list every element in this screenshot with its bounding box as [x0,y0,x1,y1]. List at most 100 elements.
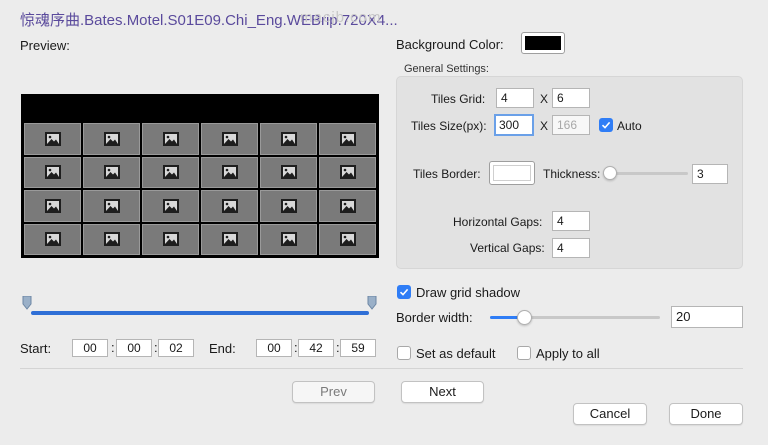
end-label: End: [209,341,236,356]
preview-tile [83,223,140,255]
image-icon [44,131,61,146]
image-icon [280,131,297,146]
end-seconds-field[interactable]: 59 [340,339,376,357]
preview-tile [260,190,317,222]
preview-tile [142,190,199,222]
set-as-default-checkbox[interactable] [397,346,411,360]
auto-checkbox[interactable] [599,118,613,132]
border-width-field[interactable]: 20 [671,306,743,328]
thickness-slider-knob[interactable] [603,166,618,180]
preview-tile [142,156,199,188]
image-icon [339,198,356,213]
image-icon [44,232,61,247]
preview-tile [201,123,258,155]
horizontal-gaps-label: Horizontal Gaps: [453,215,543,229]
image-icon [339,131,356,146]
apply-to-all-checkbox[interactable] [517,346,531,360]
start-label: Start: [20,341,52,356]
image-icon [339,165,356,180]
background-color-well[interactable] [521,32,565,54]
preview-tile [319,190,376,222]
range-end-handle[interactable] [367,296,377,310]
preview-label: Preview: [20,38,70,53]
draw-grid-shadow-label: Draw grid shadow [416,285,521,300]
prev-button[interactable]: Prev [292,381,375,403]
vertical-gaps-field[interactable]: 4 [552,238,590,258]
thickness-field[interactable]: 3 [692,164,728,184]
tiles-size-height-field[interactable]: 166 [552,115,590,135]
image-icon [103,131,120,146]
preview-tile [83,190,140,222]
preview-tile [319,156,376,188]
image-icon [103,165,120,180]
preview-tile [201,223,258,255]
preview-tile [142,123,199,155]
set-as-default-label: Set as default [416,346,496,361]
image-icon [162,165,179,180]
image-icon [280,198,297,213]
preview-tile [83,156,140,188]
tiles-grid-label: Tiles Grid: [431,92,486,106]
preview-tile [201,156,258,188]
image-icon [162,131,179,146]
preview-tile [201,190,258,222]
preview-tile [260,156,317,188]
start-minutes-field[interactable]: 00 [116,339,152,357]
next-button[interactable]: Next [401,381,484,403]
checkmark-icon [601,121,611,129]
background-color-label: Background Color: [396,37,504,52]
preview-panel [21,94,379,258]
image-icon [280,165,297,180]
range-track[interactable] [31,311,369,315]
tile-grid [24,123,376,255]
x-separator: X [540,119,549,133]
tiles-grid-columns-field[interactable]: 4 [496,88,534,108]
image-icon [339,232,356,247]
border-width-slider-knob[interactable] [516,310,532,325]
tiles-border-label: Tiles Border: [413,167,481,181]
image-icon [280,232,297,247]
general-settings-label: General Settings: [404,63,489,75]
auto-label: Auto [617,119,642,133]
horizontal-gaps-field[interactable]: 4 [552,211,590,231]
preview-tile [260,123,317,155]
preview-tile [142,223,199,255]
range-start-handle[interactable] [22,296,32,310]
image-icon [103,232,120,247]
preview-tile [24,190,81,222]
preview-tile [260,223,317,255]
image-icon [44,198,61,213]
preview-tile [24,156,81,188]
image-icon [162,198,179,213]
x-separator: X [540,92,549,106]
tiles-border-color-well[interactable] [489,161,535,185]
preview-tile [319,223,376,255]
image-icon [221,165,238,180]
preview-tile [24,123,81,155]
end-minutes-field[interactable]: 42 [298,339,334,357]
checkmark-icon [399,288,409,296]
draw-grid-shadow-checkbox[interactable] [397,285,411,299]
end-hours-field[interactable]: 00 [256,339,292,357]
image-icon [162,232,179,247]
preview-tile [83,123,140,155]
image-icon [221,232,238,247]
tiles-size-width-field[interactable]: 300 [494,114,534,136]
border-width-slider-track[interactable] [490,316,660,319]
border-width-label: Border width: [396,310,473,325]
divider [20,368,743,369]
preview-tile [319,123,376,155]
tiles-border-color-swatch [493,165,531,181]
tiles-grid-rows-field[interactable]: 6 [552,88,590,108]
image-icon [103,198,120,213]
time-separator: : [111,340,115,355]
image-icon [221,198,238,213]
preview-tile [24,223,81,255]
done-button[interactable]: Done [669,403,743,425]
start-hours-field[interactable]: 00 [72,339,108,357]
start-seconds-field[interactable]: 02 [158,339,194,357]
cancel-button[interactable]: Cancel [573,403,647,425]
thickness-slider-track[interactable] [606,172,688,175]
background-color-swatch [525,36,561,50]
apply-to-all-label: Apply to all [536,346,600,361]
